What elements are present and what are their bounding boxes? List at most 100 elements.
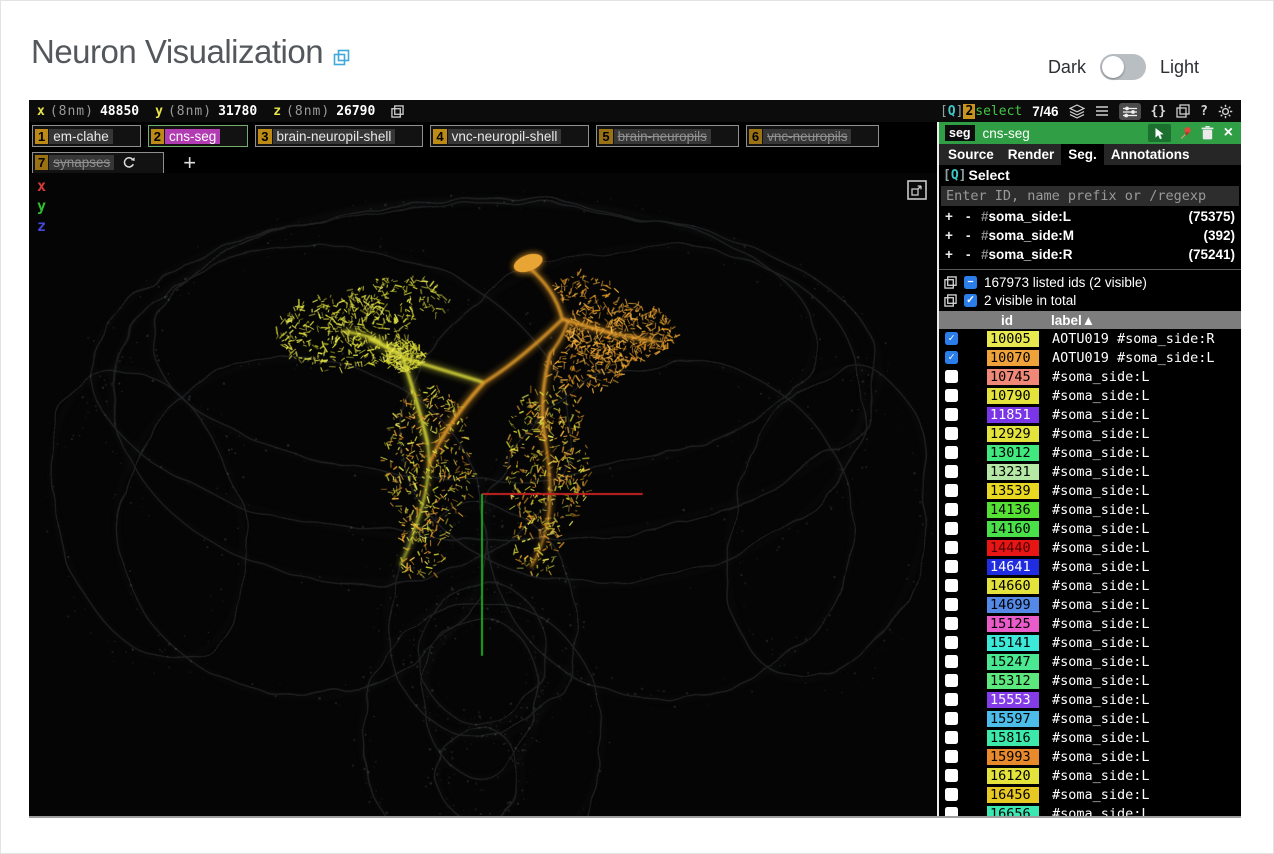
segment-row[interactable]: 16120#soma_side:L	[939, 766, 1241, 785]
segment-visibility-checkbox[interactable]	[945, 503, 958, 516]
dimension-value-z[interactable]: 26790	[336, 104, 375, 119]
segment-id-chip[interactable]: 14160	[987, 521, 1039, 537]
theme-switch[interactable]	[1100, 54, 1146, 80]
segment-row[interactable]: 10790#soma_side:L	[939, 386, 1241, 405]
layer-tab-cns-seg[interactable]: 2cns-seg	[148, 125, 249, 147]
summary-checkbox[interactable]: ✓	[964, 294, 977, 307]
segment-id-chip[interactable]: 15816	[987, 730, 1039, 746]
settings-gear-icon[interactable]	[1218, 104, 1233, 119]
segment-id-chip[interactable]: 10745	[987, 369, 1039, 385]
panel-tab-seg[interactable]: Seg.	[1061, 144, 1104, 165]
segment-row[interactable]: 15312#soma_side:L	[939, 671, 1241, 690]
segment-visibility-checkbox[interactable]	[945, 560, 958, 573]
segment-row[interactable]: 14440#soma_side:L	[939, 538, 1241, 557]
segment-visibility-checkbox[interactable]	[945, 389, 958, 402]
segment-filter-input[interactable]	[941, 186, 1239, 206]
segment-row[interactable]: ✓10005AOTU019 #soma_side:R	[939, 329, 1241, 348]
segment-visibility-checkbox[interactable]	[945, 693, 958, 706]
segment-id-chip[interactable]: 13539	[987, 483, 1039, 499]
duplicate-icon[interactable]	[333, 36, 350, 74]
segment-visibility-checkbox[interactable]	[945, 674, 958, 687]
summary-checkbox[interactable]: −	[964, 276, 977, 289]
add-layer-button[interactable]: +	[183, 154, 196, 172]
segment-visibility-checkbox[interactable]	[945, 731, 958, 744]
layer-tab-brain-neuropil-shell[interactable]: 3brain-neuropil-shell	[255, 125, 423, 147]
segment-row[interactable]: 15247#soma_side:L	[939, 652, 1241, 671]
segment-row[interactable]: 12929#soma_side:L	[939, 424, 1241, 443]
pin-icon[interactable]	[1179, 126, 1193, 140]
segment-id-chip[interactable]: 16656	[987, 806, 1039, 817]
json-state-icon[interactable]: {}	[1151, 104, 1167, 119]
segment-row[interactable]: 10745#soma_side:L	[939, 367, 1241, 386]
segment-row[interactable]: 14699#soma_side:L	[939, 595, 1241, 614]
segment-visibility-checkbox[interactable]: ✓	[945, 351, 958, 364]
segment-row[interactable]: 15125#soma_side:L	[939, 614, 1241, 633]
segment-visibility-checkbox[interactable]	[945, 807, 958, 816]
segment-row[interactable]: 11851#soma_side:L	[939, 405, 1241, 424]
segment-visibility-checkbox[interactable]	[945, 769, 958, 782]
segment-id-chip[interactable]: 14660	[987, 578, 1039, 594]
segment-id-chip[interactable]: 15993	[987, 749, 1039, 765]
segment-visibility-checkbox[interactable]	[945, 541, 958, 554]
segment-id-chip[interactable]: 12929	[987, 426, 1039, 442]
pick-cursor-icon[interactable]	[1148, 124, 1171, 142]
tag-exclude-button[interactable]: -	[966, 209, 981, 224]
segment-row[interactable]: 14160#soma_side:L	[939, 519, 1241, 538]
layers-icon[interactable]	[1069, 104, 1085, 119]
segment-id-chip[interactable]: 15141	[987, 635, 1039, 651]
panel-header[interactable]: seg cns-seg ×	[939, 122, 1241, 144]
coordinates[interactable]: x(8nm)48850y(8nm)31780z(8nm)26790	[37, 104, 404, 119]
segment-id-chip[interactable]: 13012	[987, 445, 1039, 461]
copy-ids-icon[interactable]	[944, 276, 957, 289]
tag-include-button[interactable]: +	[945, 228, 966, 243]
segment-id-chip[interactable]: 15312	[987, 673, 1039, 689]
segment-row[interactable]: 14660#soma_side:L	[939, 576, 1241, 595]
copy-ids-icon[interactable]	[944, 294, 957, 307]
segment-visibility-checkbox[interactable]	[945, 446, 958, 459]
segment-id-chip[interactable]: 16456	[987, 787, 1039, 803]
dimension-value-y[interactable]: 31780	[218, 104, 257, 119]
segment-id-chip[interactable]: 14440	[987, 540, 1039, 556]
dimension-value-x[interactable]: 48850	[100, 104, 139, 119]
segment-row[interactable]: 13231#soma_side:L	[939, 462, 1241, 481]
segment-id-chip[interactable]: 15553	[987, 692, 1039, 708]
layer-tab-brain-neuropils[interactable]: 5brain-neuropils	[596, 125, 739, 147]
segment-id-chip[interactable]: 15247	[987, 654, 1039, 670]
sliders-icon[interactable]	[1119, 103, 1141, 120]
layer-tab-synapses[interactable]: 7synapses	[32, 152, 164, 174]
segment-id-chip[interactable]: 13231	[987, 464, 1039, 480]
segment-row[interactable]: 15553#soma_side:L	[939, 690, 1241, 709]
segment-id-chip[interactable]: 14641	[987, 559, 1039, 575]
segment-row[interactable]: 15141#soma_side:L	[939, 633, 1241, 652]
segment-visibility-checkbox[interactable]	[945, 408, 958, 421]
segment-visibility-checkbox[interactable]	[945, 636, 958, 649]
3d-viewport[interactable]: x y z	[29, 173, 937, 816]
help-icon[interactable]: ?	[1200, 104, 1208, 119]
segment-row[interactable]: 15993#soma_side:L	[939, 747, 1241, 766]
segment-visibility-checkbox[interactable]: ✓	[945, 332, 958, 345]
segment-row[interactable]: 16456#soma_side:L	[939, 785, 1241, 804]
segment-visibility-checkbox[interactable]	[945, 484, 958, 497]
segment-visibility-checkbox[interactable]	[945, 750, 958, 763]
close-panel-icon[interactable]: ×	[1224, 125, 1233, 141]
trash-icon[interactable]	[1201, 126, 1214, 140]
segment-visibility-checkbox[interactable]	[945, 370, 958, 383]
segment-visibility-checkbox[interactable]	[945, 465, 958, 478]
segment-id-chip[interactable]: 16120	[987, 768, 1039, 784]
segment-table-header[interactable]: id label▲	[939, 311, 1241, 329]
segment-row[interactable]: 15597#soma_side:L	[939, 709, 1241, 728]
layer-tab-em-clahe[interactable]: 1em-clahe	[32, 125, 141, 147]
copy-coordinates-icon[interactable]	[391, 105, 404, 118]
tag-exclude-button[interactable]: -	[966, 228, 981, 243]
tag-include-button[interactable]: +	[945, 209, 966, 224]
segment-id-chip[interactable]: 10790	[987, 388, 1039, 404]
segment-visibility-checkbox[interactable]	[945, 598, 958, 611]
panel-tab-source[interactable]: Source	[941, 144, 1001, 165]
segment-row[interactable]: 14136#soma_side:L	[939, 500, 1241, 519]
segment-visibility-checkbox[interactable]	[945, 427, 958, 440]
segment-row[interactable]: 15816#soma_side:L	[939, 728, 1241, 747]
panel-tab-annotations[interactable]: Annotations	[1104, 144, 1197, 165]
segment-id-chip[interactable]: 14136	[987, 502, 1039, 518]
segment-id-chip[interactable]: 15597	[987, 711, 1039, 727]
segment-id-chip[interactable]: 14699	[987, 597, 1039, 613]
